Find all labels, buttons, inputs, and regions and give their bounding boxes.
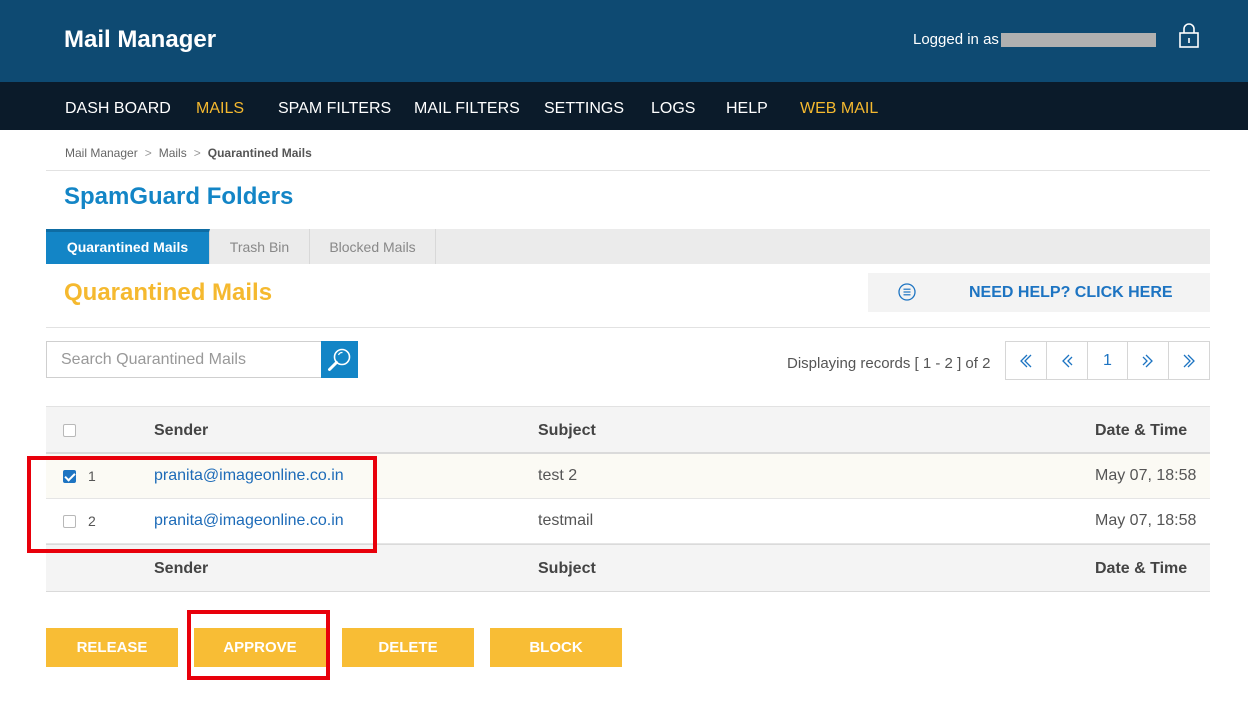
top-header: Mail Manager Logged in as bbox=[0, 0, 1248, 82]
double-chevron-left-icon bbox=[1019, 354, 1032, 367]
sender-link[interactable]: pranita@imageonline.co.in bbox=[154, 512, 344, 530]
breadcrumb: Mail Manager > Mails > Quarantined Mails bbox=[65, 146, 312, 160]
need-help-button[interactable]: NEED HELP? CLICK HERE bbox=[868, 273, 1210, 312]
nav-logs[interactable]: LOGS bbox=[651, 100, 695, 118]
chevron-left-icon bbox=[1061, 354, 1073, 367]
chevron-right-icon bbox=[1142, 354, 1154, 367]
search-input[interactable] bbox=[46, 341, 322, 378]
approve-button[interactable]: APPROVE bbox=[194, 628, 326, 667]
date-time-text: May 07, 18:58 bbox=[1095, 467, 1197, 484]
divider bbox=[46, 327, 1210, 328]
prev-page-button[interactable] bbox=[1047, 342, 1088, 379]
table-footer: Sender Subject Date & Time bbox=[46, 544, 1210, 592]
folder-tabs: Quarantined Mails Trash Bin Blocked Mail… bbox=[46, 229, 1210, 264]
nav-help[interactable]: HELP bbox=[726, 100, 768, 118]
table-row[interactable]: 2 pranita@imageonline.co.in testmail May… bbox=[46, 499, 1210, 544]
current-page[interactable]: 1 bbox=[1088, 342, 1129, 379]
list-circle-icon bbox=[898, 283, 916, 301]
records-count: Displaying records [ 1 - 2 ] of 2 bbox=[787, 355, 991, 372]
select-all-checkbox[interactable] bbox=[63, 424, 76, 437]
double-chevron-right-icon bbox=[1183, 354, 1195, 367]
divider bbox=[46, 170, 1210, 171]
row-checkbox[interactable] bbox=[63, 470, 76, 483]
breadcrumb-separator: > bbox=[193, 146, 201, 160]
row-number: 2 bbox=[88, 513, 96, 529]
sender-link[interactable]: pranita@imageonline.co.in bbox=[154, 467, 344, 485]
release-button[interactable]: RELEASE bbox=[46, 628, 178, 667]
first-page-button[interactable] bbox=[1006, 342, 1047, 379]
table-header: Sender Subject Date & Time bbox=[46, 406, 1210, 454]
login-label: Logged in as bbox=[913, 31, 999, 48]
footer-subject: Subject bbox=[538, 560, 596, 577]
breadcrumb-mail-manager[interactable]: Mail Manager bbox=[65, 146, 138, 160]
breadcrumb-mails[interactable]: Mails bbox=[159, 146, 187, 160]
nav-mail-filters[interactable]: MAIL FILTERS bbox=[414, 100, 520, 118]
nav-mails[interactable]: MAILS bbox=[196, 100, 244, 118]
search-icon bbox=[328, 348, 351, 371]
row-number: 1 bbox=[88, 468, 96, 484]
tab-quarantined-mails[interactable]: Quarantined Mails bbox=[46, 229, 210, 264]
column-date-time[interactable]: Date & Time bbox=[1095, 422, 1187, 440]
last-page-button[interactable] bbox=[1169, 342, 1209, 379]
subject-text: test 2 bbox=[538, 467, 578, 484]
footer-date-time: Date & Time bbox=[1095, 560, 1188, 577]
nav-spam-filters[interactable]: SPAM FILTERS bbox=[278, 100, 391, 118]
section-title: SpamGuard Folders bbox=[64, 183, 294, 210]
date-time-text: May 07, 18:58 bbox=[1095, 512, 1197, 529]
redacted-username bbox=[1001, 33, 1156, 47]
breadcrumb-current: Quarantined Mails bbox=[207, 146, 312, 160]
main-nav: DASH BOARD MAILS SPAM FILTERS MAIL FILTE… bbox=[0, 82, 1248, 130]
tab-blocked-mails[interactable]: Blocked Mails bbox=[310, 229, 436, 264]
pagination: 1 bbox=[1005, 341, 1210, 380]
breadcrumb-separator: > bbox=[144, 146, 152, 160]
nav-web-mail[interactable]: WEB MAIL bbox=[800, 100, 878, 118]
app-title: Mail Manager bbox=[64, 26, 217, 53]
need-help-label: NEED HELP? CLICK HERE bbox=[969, 284, 1173, 301]
next-page-button[interactable] bbox=[1128, 342, 1170, 379]
tab-trash-bin[interactable]: Trash Bin bbox=[210, 229, 310, 264]
block-button[interactable]: BLOCK bbox=[490, 628, 622, 667]
search-button[interactable] bbox=[321, 341, 358, 378]
column-subject[interactable]: Subject bbox=[538, 422, 596, 440]
column-sender[interactable]: Sender bbox=[154, 422, 208, 440]
page-heading: Quarantined Mails bbox=[64, 279, 273, 306]
nav-dashboard[interactable]: DASH BOARD bbox=[65, 100, 171, 118]
subject-text: testmail bbox=[538, 512, 594, 529]
footer-sender: Sender bbox=[154, 560, 209, 577]
lock-icon[interactable] bbox=[1178, 22, 1200, 48]
nav-settings[interactable]: SETTINGS bbox=[544, 100, 624, 118]
row-checkbox[interactable] bbox=[63, 515, 76, 528]
table-row[interactable]: 1 pranita@imageonline.co.in test 2 May 0… bbox=[46, 454, 1210, 499]
delete-button[interactable]: DELETE bbox=[342, 628, 474, 667]
